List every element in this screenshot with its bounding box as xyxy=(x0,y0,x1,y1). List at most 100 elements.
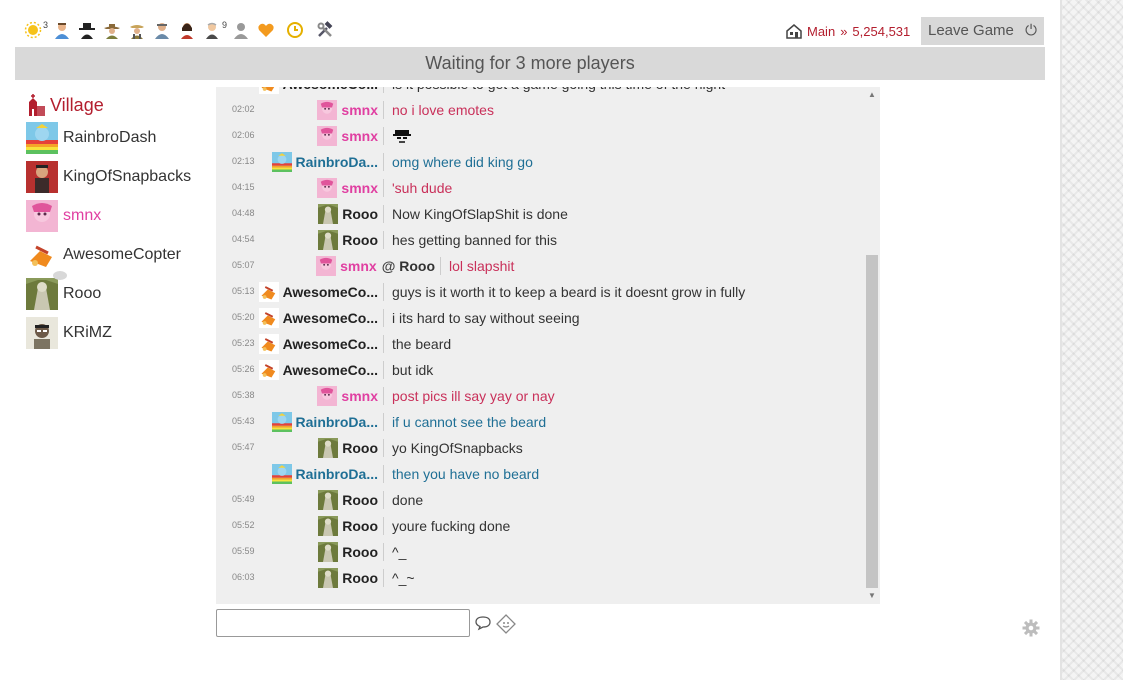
message-author: smnx xyxy=(317,123,378,149)
message-username[interactable]: Rooo xyxy=(342,440,378,456)
setup-info[interactable]: Main » 5,254,531 xyxy=(785,22,910,40)
player-item[interactable]: KingOfSnapbacks xyxy=(26,161,191,193)
doctor-icon[interactable] xyxy=(153,21,171,39)
avatar[interactable] xyxy=(318,438,339,458)
player-item[interactable]: smnx xyxy=(26,200,101,232)
avatar[interactable] xyxy=(318,542,339,562)
leave-game-button[interactable]: Leave Game ⏻ xyxy=(921,17,1044,45)
cowboy-icon[interactable] xyxy=(103,21,121,39)
player-name[interactable]: Rooo xyxy=(63,285,101,303)
player-item[interactable]: RainbroDash xyxy=(26,122,156,154)
message-timestamp: 02:02 xyxy=(232,104,255,114)
setup-name[interactable]: Main xyxy=(807,24,835,39)
message-username[interactable]: Rooo xyxy=(342,492,378,508)
avatar[interactable] xyxy=(318,230,339,250)
gear-icon[interactable] xyxy=(1022,619,1040,637)
role-count: 3 xyxy=(42,20,48,30)
message-username[interactable]: Rooo xyxy=(342,544,378,560)
message-author: smnx xyxy=(317,175,378,201)
hammer-wrench-icon[interactable] xyxy=(316,21,334,39)
chat-log[interactable]: AwesomeCo... is it possible to get a game… xyxy=(216,87,880,604)
player-name[interactable]: AwesomeCopter xyxy=(63,246,181,264)
message-text: omg where did king go xyxy=(392,154,533,170)
avatar[interactable] xyxy=(271,412,292,432)
scroll-up-arrow-icon[interactable]: ▲ xyxy=(866,89,878,101)
grandpa-icon[interactable]: 9 xyxy=(203,20,227,39)
villager-blue-icon[interactable] xyxy=(53,21,71,39)
avatar[interactable] xyxy=(318,516,339,536)
avatar[interactable] xyxy=(26,161,58,193)
message-username[interactable]: AwesomeCo... xyxy=(283,310,378,326)
message-username[interactable]: smnx xyxy=(341,102,378,118)
avatar[interactable] xyxy=(271,464,292,484)
message-divider xyxy=(383,101,384,119)
message-username[interactable]: smnx xyxy=(341,388,378,404)
avatar[interactable] xyxy=(316,256,337,276)
player-name[interactable]: RainbroDash xyxy=(63,129,156,147)
player-name[interactable]: KingOfSnapbacks xyxy=(63,168,191,186)
chat-input[interactable] xyxy=(216,609,470,637)
avatar[interactable] xyxy=(26,239,58,271)
message-username[interactable]: Rooo xyxy=(342,570,378,586)
message-username[interactable]: RainbroDa... xyxy=(296,414,378,430)
player-item[interactable]: Rooo xyxy=(26,278,101,310)
avatar[interactable] xyxy=(317,386,338,406)
message-author: Rooo xyxy=(318,435,378,461)
message-divider xyxy=(383,205,384,223)
avatar[interactable] xyxy=(26,200,58,232)
avatar[interactable] xyxy=(317,100,338,120)
farmer-icon[interactable] xyxy=(128,21,146,39)
message-username[interactable]: smnx xyxy=(340,258,377,274)
avatar[interactable] xyxy=(271,152,292,172)
avatar[interactable] xyxy=(318,490,339,510)
avatar[interactable] xyxy=(317,178,338,198)
mafia-hat-icon[interactable] xyxy=(78,21,96,39)
orange-heart-icon[interactable] xyxy=(257,21,275,39)
avatar[interactable] xyxy=(258,360,279,380)
setup-id[interactable]: 5,254,531 xyxy=(852,24,910,39)
power-icon: ⏻ xyxy=(1025,22,1037,39)
emote-picker-icon[interactable] xyxy=(496,614,516,634)
message-divider xyxy=(383,439,384,457)
scroll-down-arrow-icon[interactable]: ▼ xyxy=(866,590,878,602)
avatar[interactable] xyxy=(26,317,58,349)
avatar[interactable] xyxy=(318,568,339,588)
message-username[interactable]: AwesomeCo... xyxy=(283,284,378,300)
message-username[interactable]: Rooo xyxy=(342,232,378,248)
message-username[interactable]: Rooo xyxy=(342,518,378,534)
scroll-thumb[interactable] xyxy=(866,255,878,588)
woman-icon[interactable] xyxy=(178,21,196,39)
message-username[interactable]: Rooo xyxy=(342,206,378,222)
message-author: Rooo xyxy=(318,227,378,253)
message-divider xyxy=(383,543,384,561)
speech-bubble-icon[interactable] xyxy=(474,615,492,631)
chat-scrollbar[interactable]: ▲ ▼ xyxy=(864,87,880,604)
message-author: Rooo xyxy=(318,565,378,591)
avatar[interactable] xyxy=(26,278,58,310)
player-name[interactable]: smnx xyxy=(63,207,101,225)
message-username[interactable]: AwesomeCo... xyxy=(283,336,378,352)
mention-username[interactable]: Rooo xyxy=(399,258,435,274)
message-username[interactable]: AwesomeCo... xyxy=(283,362,378,378)
player-item[interactable]: KRiMZ xyxy=(26,317,112,349)
avatar[interactable] xyxy=(258,282,279,302)
player-item[interactable]: AwesomeCopter xyxy=(26,239,181,271)
player-name[interactable]: KRiMZ xyxy=(63,324,112,342)
avatar[interactable] xyxy=(258,334,279,354)
message-username[interactable]: AwesomeCo... xyxy=(283,87,378,92)
sun-icon[interactable]: 3 xyxy=(24,20,48,39)
status-text: Waiting for 3 more players xyxy=(425,53,635,73)
avatar[interactable] xyxy=(317,126,338,146)
avatar[interactable] xyxy=(258,308,279,328)
avatar[interactable] xyxy=(26,122,58,154)
message-username[interactable]: RainbroDa... xyxy=(296,466,378,482)
message-timestamp: 05:38 xyxy=(232,390,255,400)
gray-person-icon[interactable] xyxy=(232,21,250,39)
avatar[interactable] xyxy=(318,204,339,224)
message-username[interactable]: RainbroDa... xyxy=(296,154,378,170)
message-username[interactable]: smnx xyxy=(341,180,378,196)
avatar[interactable] xyxy=(258,87,279,94)
message-username[interactable]: smnx xyxy=(341,128,378,144)
message-timestamp: 02:13 xyxy=(232,156,255,166)
clock-icon[interactable] xyxy=(286,21,304,39)
